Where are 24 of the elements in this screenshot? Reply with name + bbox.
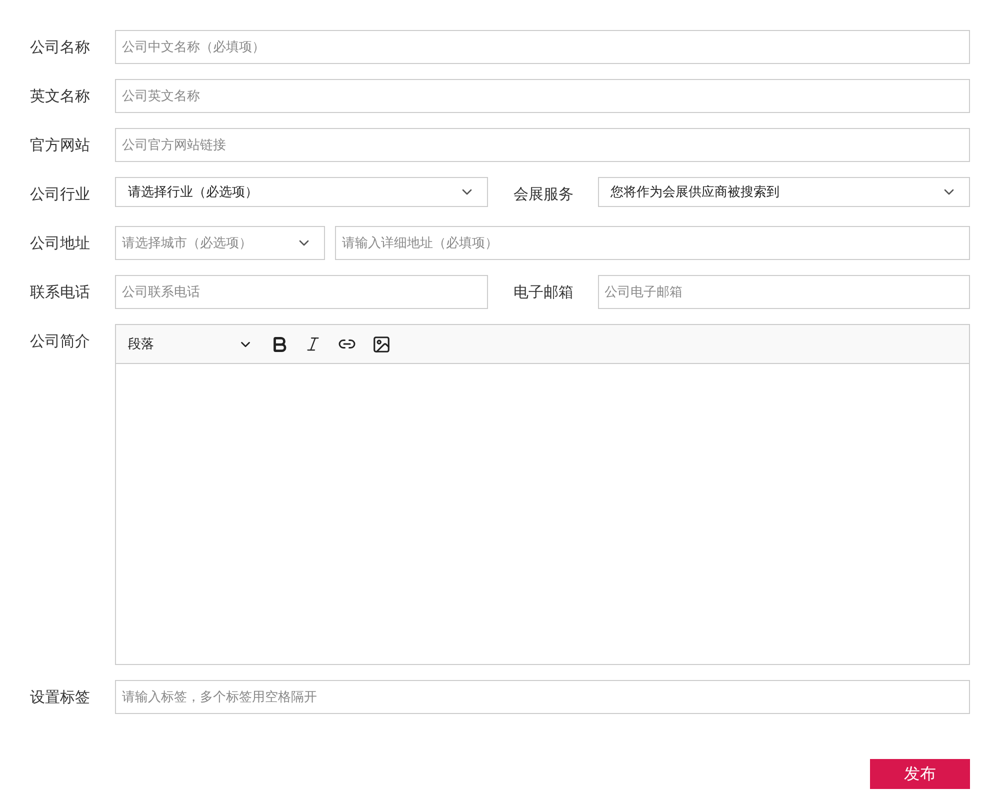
field-label: 电子邮箱 [512, 282, 574, 303]
select-field[interactable]: 请选择行业（必选项） [115, 177, 488, 207]
input-field[interactable]: 公司官方网站链接 [115, 128, 970, 162]
select-field[interactable]: 您将作为会展供应商被搜索到 [598, 177, 970, 207]
field-label: 公司名称 [30, 37, 91, 58]
input-field[interactable]: 公司电子邮箱 [598, 275, 970, 309]
field-label: 设置标签 [30, 687, 91, 708]
image-icon [372, 334, 390, 354]
input-field[interactable]: 请输入详细地址（必填项） [335, 226, 970, 260]
input-field[interactable]: 公司中文名称（必填项） [115, 30, 970, 64]
rich-text-editor[interactable]: 段落 [115, 324, 970, 665]
field-label: 官方网站 [30, 135, 91, 156]
input-field[interactable]: 公司英文名称 [115, 79, 970, 113]
field-label: 英文名称 [30, 86, 91, 107]
input-field[interactable]: 公司联系电话 [115, 275, 488, 309]
field-label: 会展服务 [512, 184, 574, 205]
field-label: 公司行业 [30, 184, 91, 205]
field-label: 联系电话 [30, 282, 91, 303]
publish-button[interactable]: 发布 [870, 759, 970, 789]
input-field[interactable]: 请输入标签，多个标签用空格隔开 [115, 680, 970, 714]
paragraph-format-select[interactable]: 段落 [122, 335, 259, 353]
field-label: 公司地址 [30, 233, 91, 254]
field-label: 公司简介 [30, 331, 91, 352]
select-field[interactable]: 请选择城市（必选项） [115, 226, 325, 260]
